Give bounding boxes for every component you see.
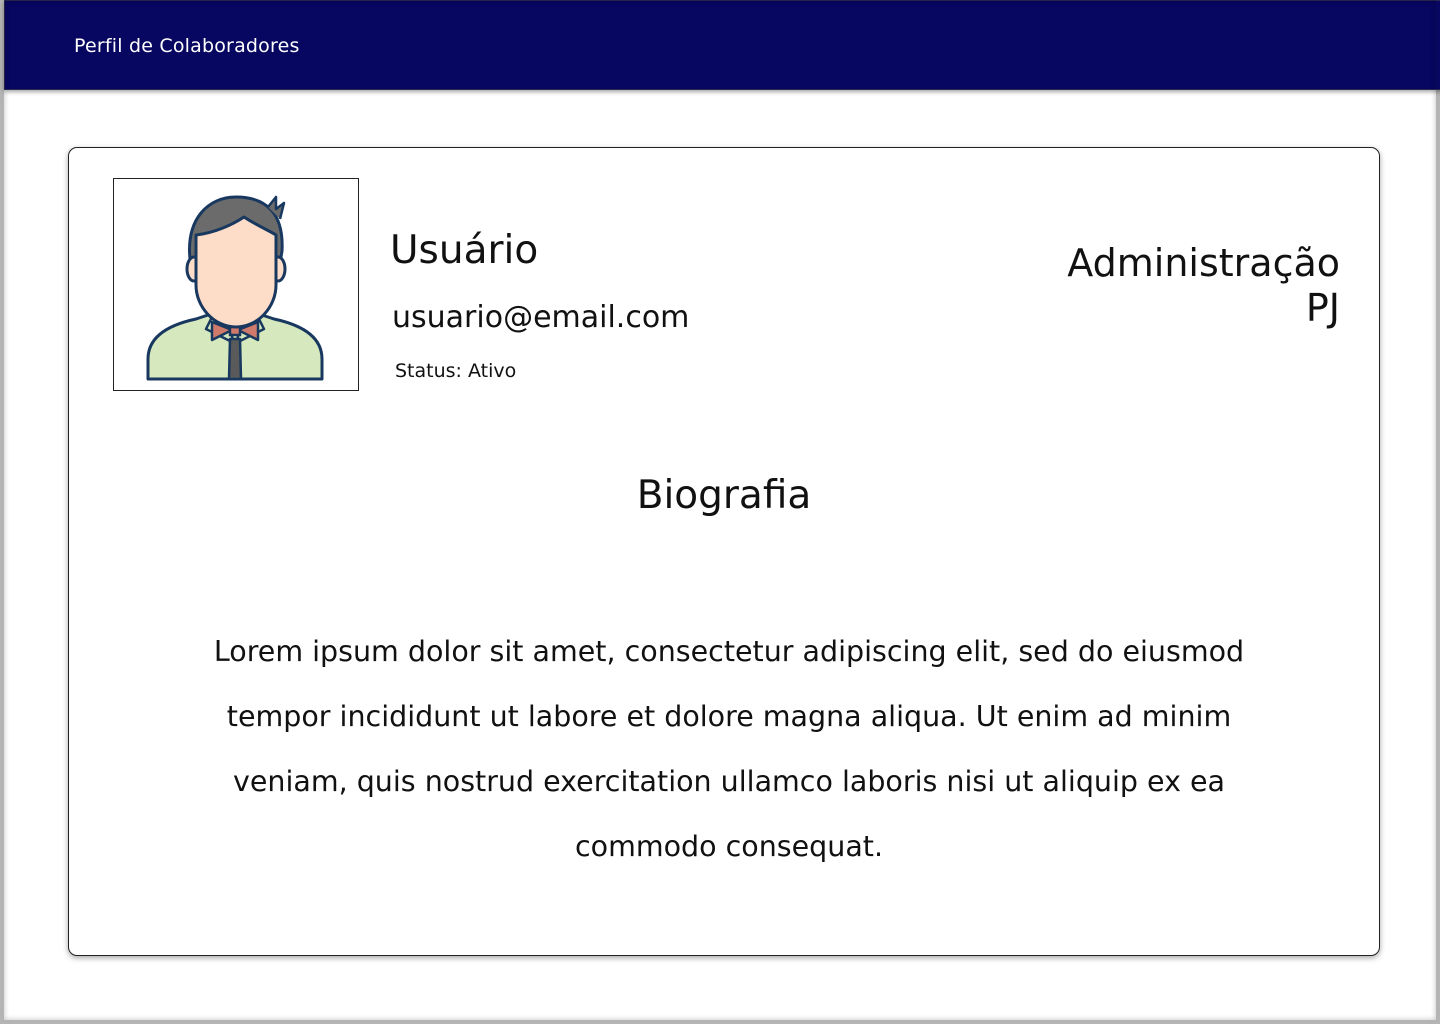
- role-contract-type: PJ: [1305, 286, 1340, 330]
- user-status: Status: Ativo: [395, 360, 517, 382]
- user-role: Administração PJ: [1067, 241, 1340, 331]
- top-navigation-bar: Perfil de Colaboradores: [4, 0, 1440, 90]
- profile-card: Usuário usuario@email.com Status: Ativo …: [68, 147, 1380, 956]
- app-window: Perfil de Colaboradores Usuário usuario@…: [0, 0, 1440, 1024]
- user-email: usuario@email.com: [392, 300, 690, 335]
- biography-text: Lorem ipsum dolor sit amet, consectetur …: [213, 635, 1245, 863]
- app-title: Perfil de Colaboradores: [74, 35, 300, 57]
- role-department: Administração: [1067, 241, 1340, 285]
- avatar: [113, 178, 359, 391]
- biography-title: Biografia: [636, 473, 812, 518]
- user-name: Usuário: [390, 228, 539, 273]
- user-avatar-icon: [146, 195, 324, 381]
